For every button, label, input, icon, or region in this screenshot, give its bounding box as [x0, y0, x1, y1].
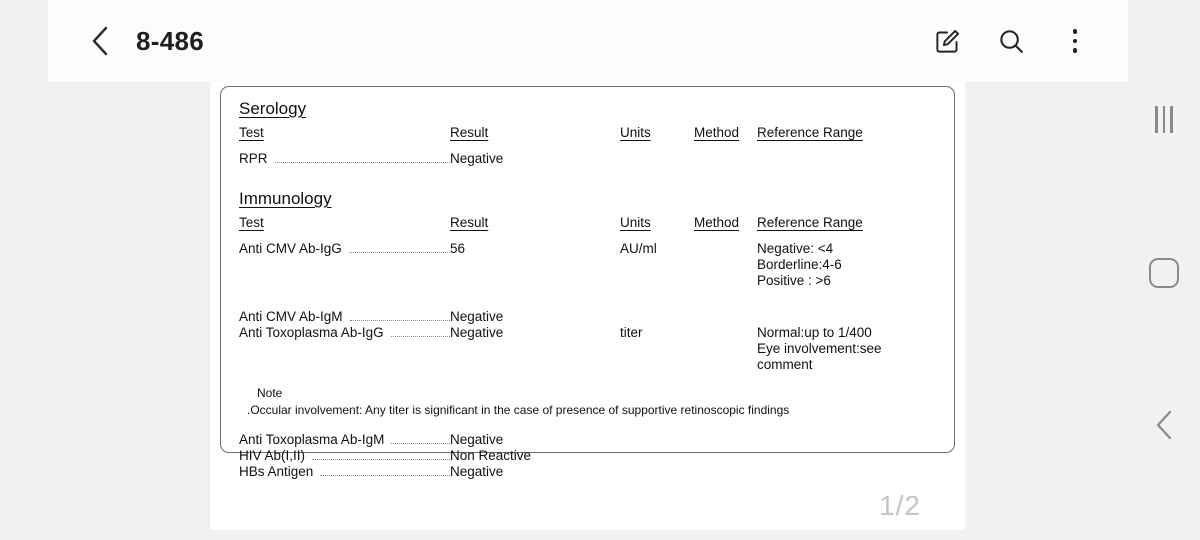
system-navigation-bar [1128, 0, 1200, 540]
dotted-leader [390, 327, 450, 337]
cell-units: AU/ml [620, 241, 657, 256]
test-name: HIV Ab(I,II) [239, 448, 306, 463]
dotted-leader [320, 466, 450, 476]
cell-reference: Normal:up to 1/400 Eye involvement:see c… [757, 325, 882, 372]
nav-home-button[interactable] [1149, 258, 1179, 288]
overflow-menu-button[interactable] [1058, 24, 1092, 58]
search-icon [999, 29, 1023, 53]
table-row: Anti Toxoplasma Ab-IgM Negative [235, 432, 940, 448]
test-name: Anti CMV Ab-IgM [239, 309, 343, 324]
cell-result: Negative [450, 151, 504, 166]
column-header-units: Units [620, 125, 651, 140]
cell-result: Negative [450, 432, 504, 447]
app-bar: 8-486 [48, 0, 1128, 82]
dotted-leader [274, 153, 450, 163]
recents-icon [1170, 106, 1173, 133]
column-header-test: Test [239, 125, 264, 140]
table-row: Anti CMV Ab-IgM Negative [235, 309, 940, 325]
table-row: RPR Negative [235, 151, 940, 167]
cell-test: HBs Antigen [235, 464, 450, 480]
table-row: HBs Antigen Negative [235, 464, 940, 480]
cell-result: Negative [450, 325, 504, 340]
test-name: RPR [239, 151, 268, 166]
nav-back-button[interactable] [1153, 408, 1175, 447]
column-header-units: Units [620, 215, 651, 230]
more-vertical-icon [1072, 38, 1078, 44]
table-header-row: Test Result Units Method Reference Range [235, 125, 940, 141]
chevron-left-icon [92, 26, 108, 56]
section-title: Serology [239, 99, 307, 118]
note-label: Note [257, 386, 283, 400]
appbar-actions [930, 24, 1092, 58]
test-name: Anti Toxoplasma Ab-IgM [239, 432, 385, 447]
column-header-method: Method [694, 215, 740, 230]
dotted-leader [349, 311, 450, 321]
column-header-reference: Reference Range [757, 125, 863, 140]
cell-result: Negative [450, 464, 504, 479]
page-title: 8-486 [136, 25, 204, 56]
column-header-reference: Reference Range [757, 215, 863, 230]
test-name: Anti CMV Ab-IgG [239, 241, 342, 256]
recents-icon [1162, 106, 1166, 133]
edit-square-icon [935, 29, 959, 53]
cell-result: Non Reactive [450, 448, 532, 463]
column-header-result: Result [450, 125, 489, 140]
recents-icon [1155, 106, 1158, 133]
cell-test: HIV Ab(I,II) [235, 448, 450, 464]
note-block: Note .Occular involvement: Any titer is … [247, 385, 940, 418]
table-row: HIV Ab(I,II) Non Reactive [235, 448, 940, 464]
table-row: Anti Toxoplasma Ab-IgG Negative titer No… [235, 325, 940, 373]
row-spacer [235, 289, 940, 309]
dotted-leader [312, 450, 450, 460]
test-name: Anti Toxoplasma Ab-IgG [239, 325, 384, 340]
cell-test: Anti Toxoplasma Ab-IgM [235, 432, 450, 448]
screen-root: 8-486 Serology Test Result Units Method … [0, 0, 1200, 540]
table-row: Anti CMV Ab-IgG 56 AU/ml Negative: <4 Bo… [235, 241, 940, 289]
cell-reference: Negative: <4 Borderline:4-6 Positive : >… [757, 241, 842, 288]
section-immunology: Immunology Test Result Units Method Refe… [235, 189, 940, 480]
document-page[interactable]: Serology Test Result Units Method Refere… [210, 82, 965, 530]
edit-button[interactable] [930, 24, 964, 58]
back-button[interactable] [78, 19, 122, 63]
more-vertical-icon [1072, 48, 1078, 53]
chevron-left-icon [1156, 410, 1172, 440]
page-indicator: 1/2 [879, 490, 921, 521]
test-name: HBs Antigen [239, 464, 314, 479]
cell-test: Anti CMV Ab-IgM [235, 309, 450, 325]
column-header-test: Test [239, 215, 264, 230]
table-header-row: Test Result Units Method Reference Range [235, 215, 940, 231]
cell-result: 56 [450, 241, 466, 256]
cell-result: Negative [450, 309, 504, 324]
dotted-leader [391, 434, 450, 444]
report-card: Serology Test Result Units Method Refere… [220, 86, 955, 479]
cell-test: Anti CMV Ab-IgG [235, 241, 450, 257]
cell-test: RPR [235, 151, 450, 167]
cell-units: titer [620, 325, 643, 340]
column-header-method: Method [694, 125, 740, 140]
nav-recents-button[interactable] [1155, 106, 1173, 133]
section-serology: Serology Test Result Units Method Refere… [235, 99, 940, 167]
note-text: .Occular involvement: Any titer is signi… [247, 403, 790, 417]
cell-test: Anti Toxoplasma Ab-IgG [235, 325, 450, 341]
dotted-leader [348, 243, 450, 253]
section-title: Immunology [239, 189, 332, 208]
column-header-result: Result [450, 215, 489, 230]
search-button[interactable] [994, 24, 1028, 58]
more-vertical-icon [1072, 29, 1078, 34]
